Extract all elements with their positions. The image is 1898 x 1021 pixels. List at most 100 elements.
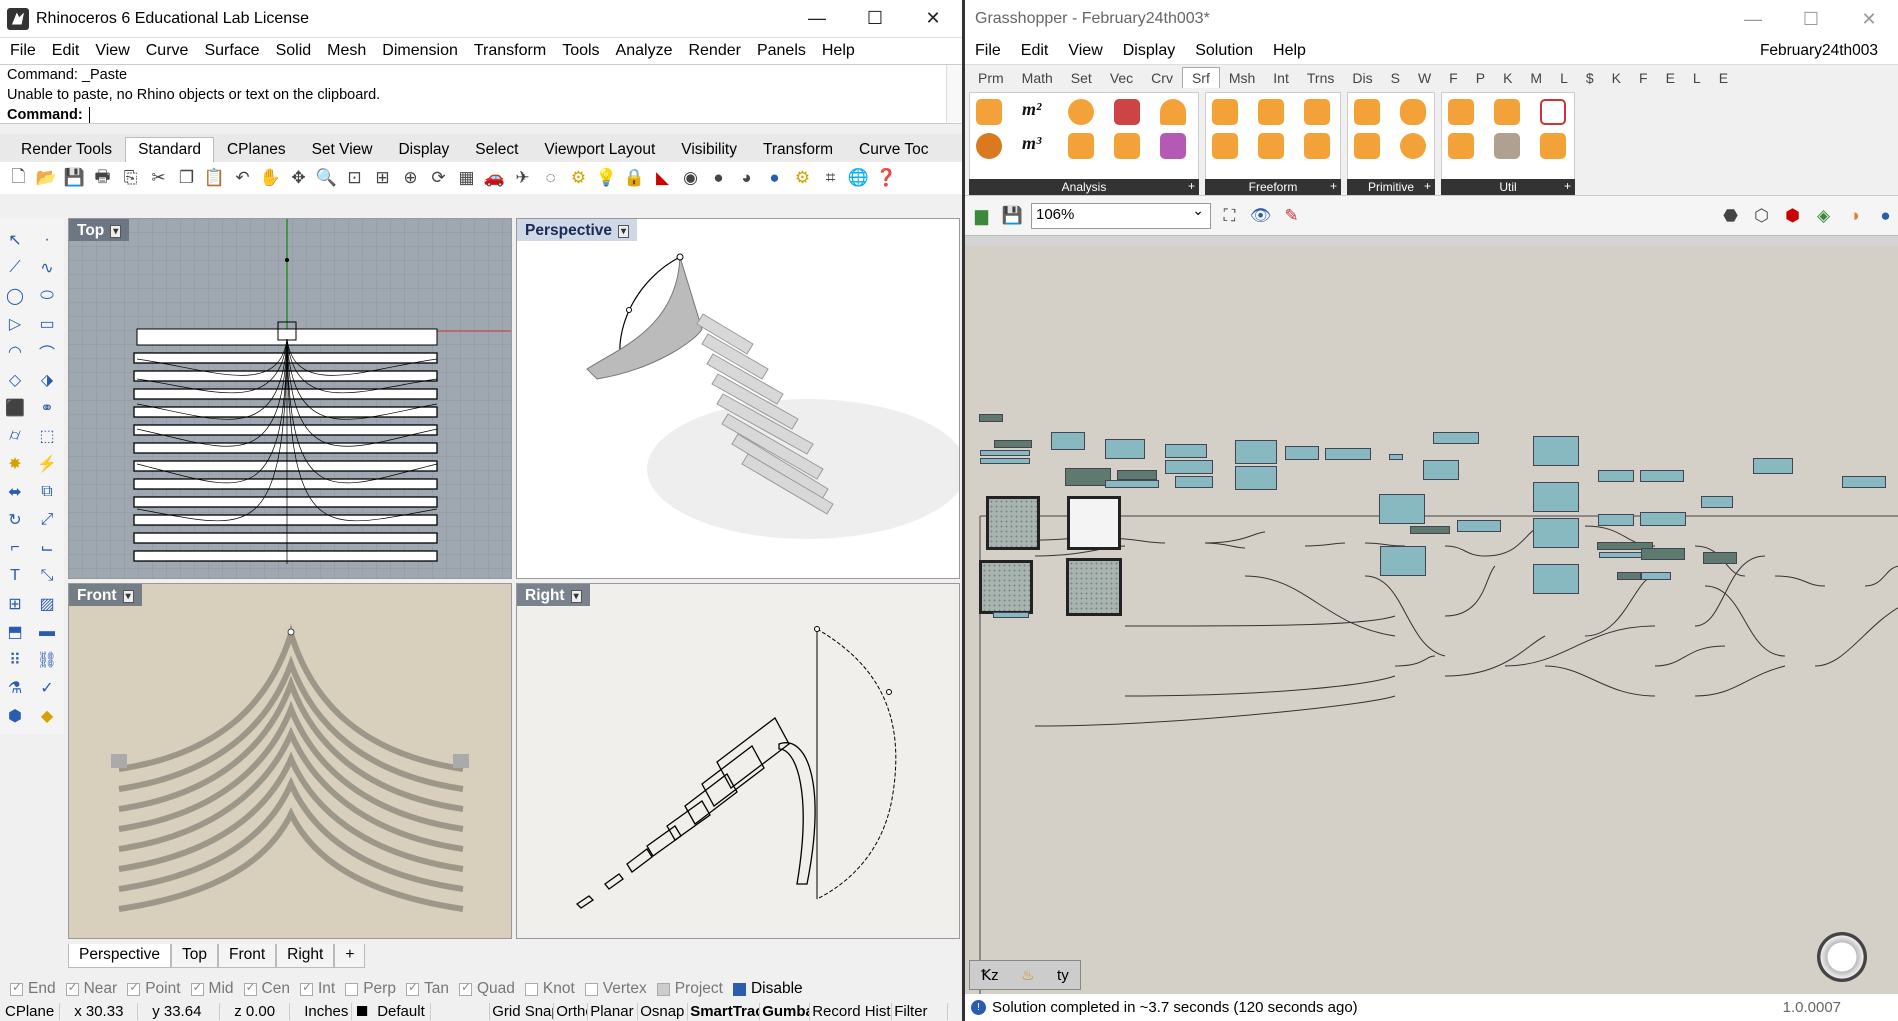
gh-component[interactable]: [980, 458, 1030, 464]
perspective-viewport-label[interactable]: Perspective ▾: [517, 219, 638, 241]
analyze-icon[interactable]: ⚗: [0, 675, 30, 701]
box-icon[interactable]: ⬛: [0, 395, 30, 421]
gh-component[interactable]: [1598, 470, 1634, 482]
lock-icon[interactable]: 🔒: [622, 166, 647, 190]
freeform-panel-caption[interactable]: Freeform: [1205, 178, 1341, 195]
render-sphere-icon[interactable]: ◕: [734, 166, 759, 190]
gh-tab[interactable]: F: [1440, 68, 1467, 88]
gh-menu-item-solution[interactable]: Solution: [1185, 42, 1263, 60]
osnap-mid[interactable]: Mid: [190, 980, 234, 998]
gh-component[interactable]: [1165, 460, 1213, 474]
gh-canvas[interactable]: Ꝁz ♨ ty: [965, 246, 1898, 994]
layer-selector[interactable]: Default: [352, 1002, 491, 1020]
zoom-icon[interactable]: 🔍: [314, 166, 339, 190]
toolbar-tab[interactable]: CPlanes: [214, 137, 299, 162]
extrude-point-icon[interactable]: [1304, 99, 1330, 125]
brep-edges-icon[interactable]: [1540, 99, 1566, 125]
viewport-tab[interactable]: Top: [170, 944, 218, 968]
status-toggle[interactable]: Ortho: [554, 1002, 589, 1020]
minimize-button[interactable]: —: [1724, 0, 1782, 38]
gh-tab[interactable]: K: [1603, 68, 1630, 88]
gh-tab[interactable]: Dis: [1343, 68, 1381, 88]
right-viewport[interactable]: Right ▾: [516, 583, 960, 939]
gh-tab[interactable]: Vec: [1101, 68, 1142, 88]
close-button[interactable]: ✕: [904, 0, 962, 38]
surface-icon[interactable]: ◇: [0, 367, 30, 393]
gh-tab[interactable]: Srf: [1181, 67, 1220, 88]
status-toggle[interactable]: Record History: [810, 1002, 893, 1020]
surface-analysis-icon[interactable]: [1160, 133, 1186, 159]
gh-panel-component[interactable]: [1067, 496, 1121, 550]
select-icon[interactable]: ↖: [0, 227, 30, 253]
maximize-button[interactable]: ☐: [1782, 0, 1840, 38]
polyline-icon[interactable]: ⟋: [0, 255, 30, 281]
boundary-icon[interactable]: [1212, 99, 1238, 125]
osnap-tan[interactable]: Tan: [405, 980, 449, 998]
gh-component[interactable]: [1235, 466, 1277, 490]
print-icon[interactable]: 🖶: [90, 166, 115, 190]
wireframe-icon[interactable]: ⬡: [1749, 204, 1774, 228]
fillet-icon[interactable]: ⌒: [32, 339, 62, 365]
array-icon[interactable]: ⠿: [0, 647, 30, 673]
add-viewport-tab-button[interactable]: +: [334, 944, 366, 968]
gh-tab[interactable]: M: [1521, 68, 1551, 88]
gh-component[interactable]: [1165, 444, 1207, 458]
top-viewport[interactable]: Top ▾: [68, 218, 512, 579]
top-viewport-label[interactable]: Top ▾: [69, 219, 130, 241]
import-icon[interactable]: ⎘: [118, 166, 143, 190]
gh-tab[interactable]: F: [1630, 68, 1657, 88]
gh-component[interactable]: [1842, 476, 1886, 488]
group-icon[interactable]: ⬒: [0, 619, 30, 645]
viewport-tab[interactable]: Right: [276, 944, 335, 968]
move-view-icon[interactable]: ✥: [286, 166, 311, 190]
analysis-panel-caption[interactable]: Analysis: [969, 178, 1199, 195]
bulb-icon[interactable]: 💡: [594, 166, 619, 190]
gh-tab[interactable]: E: [1710, 68, 1737, 88]
gh-component[interactable]: [1641, 548, 1685, 560]
menu-item-solid[interactable]: Solid: [268, 42, 320, 60]
closest-point-icon[interactable]: [1068, 133, 1094, 159]
gh-component[interactable]: [1617, 572, 1641, 580]
cylinder-component-icon[interactable]: [1400, 99, 1426, 125]
gh-component[interactable]: [1701, 496, 1733, 508]
shaded-preview-icon[interactable]: ⬢: [1780, 204, 1805, 228]
copy-icon[interactable]: ❐: [174, 166, 199, 190]
save-icon[interactable]: 💾: [62, 166, 87, 190]
osnap-quad[interactable]: Quad: [458, 980, 515, 998]
cylinder-icon[interactable]: ⌭: [0, 423, 30, 449]
material-icon[interactable]: ◣: [650, 166, 675, 190]
scale-icon[interactable]: ⤢: [32, 507, 62, 533]
chevron-down-icon[interactable]: ▾: [110, 224, 122, 238]
gh-panel-component[interactable]: [979, 560, 1033, 614]
osnap-end[interactable]: End: [10, 980, 56, 998]
chevron-down-icon[interactable]: ▾: [618, 224, 630, 238]
gh-tab[interactable]: L: [1684, 68, 1710, 88]
gh-navigation-widget[interactable]: Ꝁz ♨ ty: [969, 960, 1081, 990]
save-file-icon[interactable]: 💾: [1000, 204, 1025, 228]
gh-component[interactable]: [1051, 432, 1085, 450]
gh-menu-item-edit[interactable]: Edit: [1011, 42, 1059, 60]
rotate-icon[interactable]: ↻: [0, 507, 30, 533]
move-icon[interactable]: ⬌: [0, 479, 30, 505]
gh-menu-item-view[interactable]: View: [1058, 42, 1112, 60]
hatch-icon[interactable]: ▨: [32, 591, 62, 617]
area-icon[interactable]: m²: [1022, 99, 1048, 125]
chevron-down-icon[interactable]: ▾: [570, 589, 582, 603]
loft-icon[interactable]: ⬗: [32, 367, 62, 393]
gh-component[interactable]: [1457, 520, 1501, 532]
gh-component[interactable]: [1285, 446, 1319, 460]
brep-icon[interactable]: [976, 133, 1002, 159]
boolean-icon[interactable]: ⚭: [32, 395, 62, 421]
toolbar-tab[interactable]: Curve Toc: [846, 137, 942, 162]
gh-panel-component[interactable]: [1066, 558, 1122, 616]
dimension-icon[interactable]: ⤡: [32, 563, 62, 589]
sphere-component-icon[interactable]: [1400, 133, 1426, 159]
gh-component[interactable]: [1533, 518, 1579, 548]
gh-tab[interactable]: Msh: [1220, 68, 1264, 88]
block-icon[interactable]: ⊞: [0, 591, 30, 617]
gh-tab[interactable]: Set: [1062, 68, 1101, 88]
gh-component[interactable]: [1117, 470, 1157, 480]
status-toggle[interactable]: Osnap: [638, 1002, 689, 1020]
extrude-icon[interactable]: [1258, 99, 1284, 125]
ellipse-icon[interactable]: ⬭: [32, 283, 62, 309]
